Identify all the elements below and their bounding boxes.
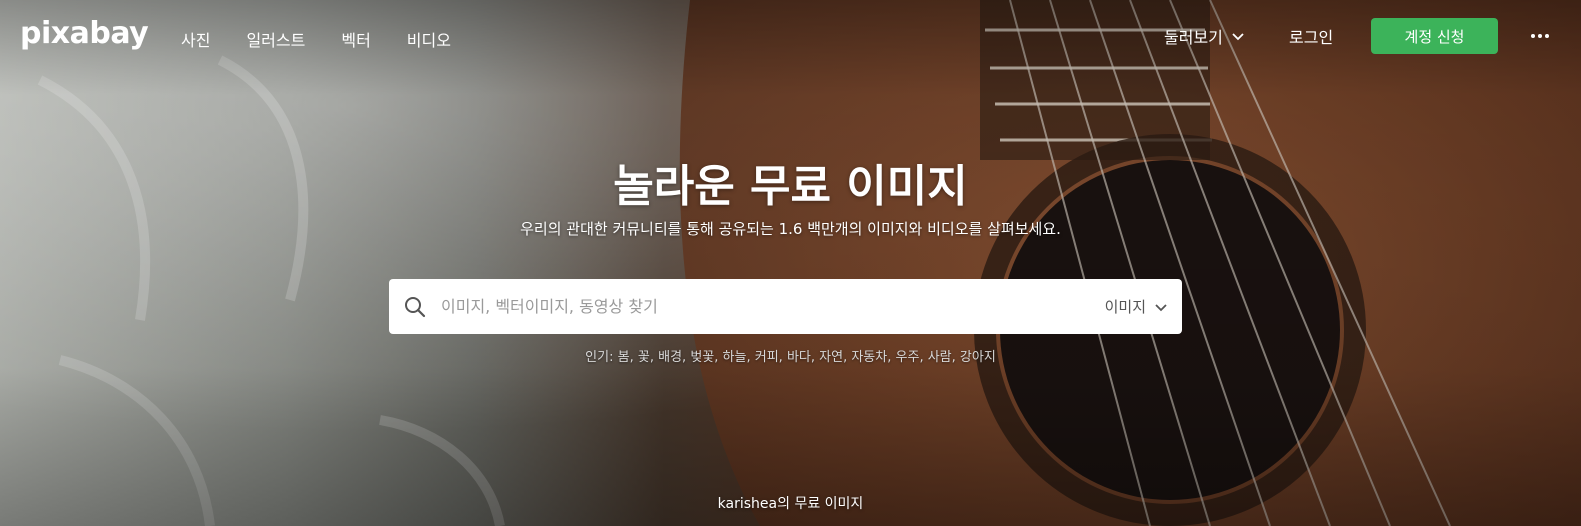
login-link[interactable]: 로그인: [1289, 24, 1333, 48]
top-navigation: pixabay 사진 일러스트 벡터 비디오 둘러보기 로그인 계정 신청: [0, 0, 1581, 72]
signup-button[interactable]: 계정 신청: [1371, 18, 1498, 54]
popular-tag-link[interactable]: 강아지: [960, 350, 996, 365]
nav-link-illustrations[interactable]: 일러스트: [246, 27, 305, 51]
nav-link-videos[interactable]: 비디오: [407, 27, 451, 51]
hero-overlay: [0, 0, 1581, 526]
popular-tag-link[interactable]: 커피: [755, 350, 779, 365]
search-type-select[interactable]: 이미지: [1095, 296, 1182, 317]
image-credit: karishea의 무료 이미지: [0, 493, 1581, 513]
popular-tag-link[interactable]: 배경: [658, 350, 682, 365]
popular-tag-link[interactable]: 꽃: [638, 350, 650, 365]
nav-link-photos[interactable]: 사진: [181, 27, 210, 51]
search-icon[interactable]: [389, 279, 441, 334]
search-bar: 이미지: [389, 279, 1182, 334]
popular-tag-link[interactable]: 바다: [787, 350, 811, 365]
popular-tag-link[interactable]: 우주: [896, 350, 920, 365]
popular-tag-link[interactable]: 사람: [928, 350, 952, 365]
popular-tag-link[interactable]: 벚꽃: [690, 350, 714, 365]
popular-tag-link[interactable]: 자동차: [851, 350, 887, 365]
explore-label: 둘러보기: [1164, 28, 1223, 47]
popular-tag-link[interactable]: 봄: [618, 350, 630, 365]
nav-link-vectors[interactable]: 벡터: [341, 27, 370, 51]
chevron-down-icon: [1232, 33, 1244, 41]
search-input[interactable]: [441, 286, 1095, 327]
pixabay-logo[interactable]: pixabay: [20, 16, 149, 51]
popular-tags: 봄, 꽃, 배경, 벚꽃, 하늘, 커피, 바다, 자연, 자동차, 우주, 사…: [617, 350, 996, 365]
more-options-icon[interactable]: [1528, 24, 1552, 48]
credit-author-link[interactable]: karishea: [718, 496, 777, 512]
category-nav: 사진 일러스트 벡터 비디오: [181, 27, 451, 51]
popular-label: 인기:: [585, 350, 614, 365]
explore-menu[interactable]: 둘러보기: [1164, 24, 1245, 48]
hero-section: pixabay 사진 일러스트 벡터 비디오 둘러보기 로그인 계정 신청 놀라…: [0, 0, 1581, 526]
search-type-label: 이미지: [1104, 298, 1146, 316]
popular-searches: 인기: 봄, 꽃, 배경, 벚꽃, 하늘, 커피, 바다, 자연, 자동차, 우…: [0, 346, 1581, 365]
hero-subtitle: 우리의 관대한 커뮤니티를 통해 공유되는 1.6 백만개의 이미지와 비디오를…: [520, 220, 1061, 238]
chevron-down-icon: [1155, 303, 1167, 311]
popular-tag-link[interactable]: 하늘: [723, 350, 747, 365]
credit-text: 의 무료 이미지: [777, 496, 864, 512]
popular-tag-link[interactable]: 자연: [819, 350, 843, 365]
hero-title: 놀라운 무료 이미지: [613, 161, 968, 212]
